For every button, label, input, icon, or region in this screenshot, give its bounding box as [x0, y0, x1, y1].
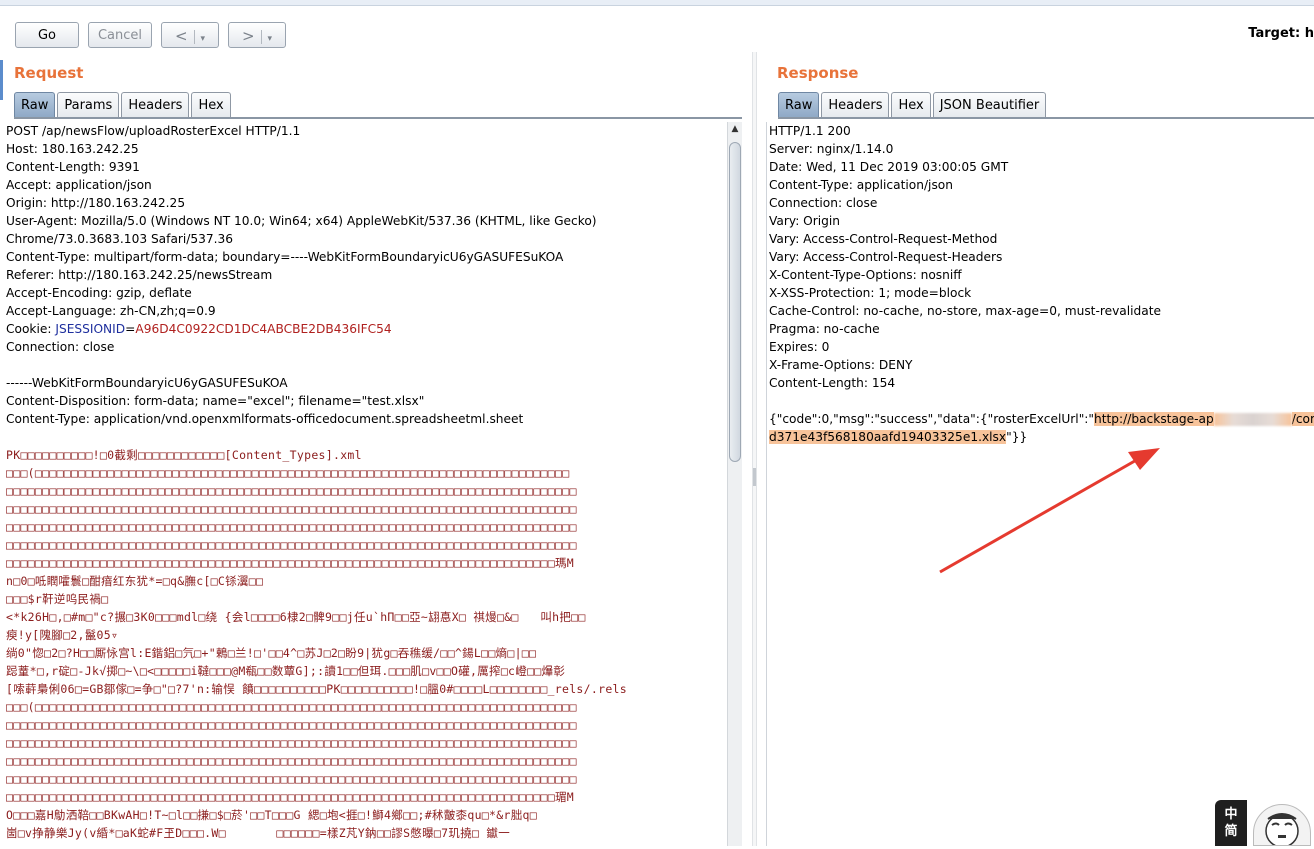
ime-language-label[interactable]: 中 简 — [1215, 800, 1247, 846]
annotation-arrow — [939, 448, 1160, 574]
ime-mascot-icon — [1253, 804, 1311, 848]
ime-indicator[interactable]: 中 简 — [1215, 800, 1314, 848]
